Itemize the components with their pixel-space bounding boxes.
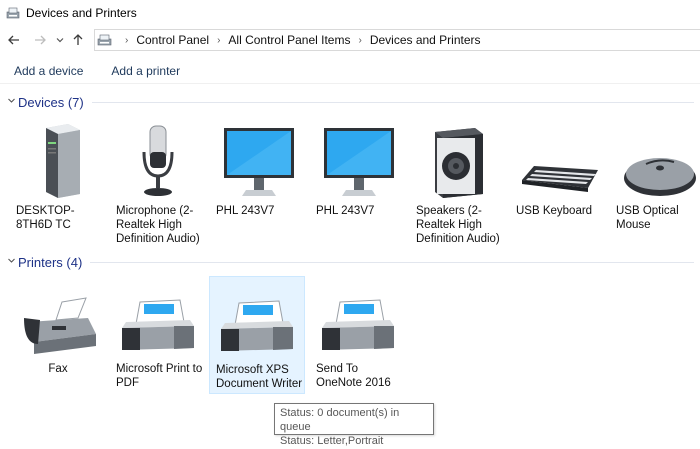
printers-group-header[interactable]: Printers (4) (0, 252, 700, 272)
breadcrumb-devices-and-printers[interactable]: Devices and Printers (370, 33, 481, 47)
recent-locations-button[interactable] (54, 30, 66, 50)
printer-label: Microsoft XPS Document Writer (216, 364, 303, 390)
arrow-right-icon (35, 35, 46, 45)
chevron-right-icon[interactable]: › (217, 35, 220, 46)
group-divider (90, 261, 694, 263)
devices-printers-icon (6, 7, 20, 19)
printers-group-title: Printers (4) (18, 254, 83, 270)
device-item-microphone[interactable]: Microphone (2- Realtek High Definition A… (110, 120, 206, 252)
printer-item-print-to-pdf[interactable]: Microsoft Print to PDF (110, 278, 206, 410)
device-label: Microphone (2- Realtek High Definition A… (116, 205, 200, 245)
window-title: Devices and Printers (26, 6, 137, 20)
up-button[interactable] (68, 30, 88, 50)
chevron-right-icon: › (125, 34, 129, 46)
speaker-icon (435, 128, 483, 198)
breadcrumb-all-control-panel-items[interactable]: All Control Panel Items (228, 33, 350, 47)
printer-label: Microsoft Print to PDF (116, 363, 203, 389)
address-bar[interactable]: › Control Panel › All Control Panel Item… (94, 29, 700, 51)
title-bar: Devices and Printers (0, 0, 700, 26)
printer-label: Fax (48, 363, 68, 375)
device-label: PHL 243V7 (316, 205, 375, 217)
back-button[interactable] (4, 30, 24, 50)
navigation-bar: › Control Panel › All Control Panel Item… (0, 28, 700, 52)
keyboard-icon (522, 166, 598, 192)
device-label: PHL 243V7 (216, 205, 275, 217)
monitor-icon (324, 128, 394, 196)
chevron-right-icon[interactable]: › (358, 35, 361, 46)
device-label: USB Keyboard (516, 205, 593, 217)
device-item-speakers[interactable]: Speakers (2- Realtek High Definition Aud… (410, 120, 506, 252)
printer-icon (322, 299, 394, 350)
add-printer-button[interactable]: Add a printer (97, 64, 194, 78)
computer-tower-icon (46, 124, 80, 198)
device-label: USB Optical Mouse (616, 205, 679, 231)
add-device-button[interactable]: Add a device (0, 64, 97, 78)
breadcrumb: › Control Panel › All Control Panel Item… (117, 33, 481, 47)
devices-group-title: Devices (7) (18, 94, 84, 110)
arrow-up-icon (73, 34, 83, 45)
tooltip-paper-status: Status: Letter,Portrait (280, 435, 384, 447)
breadcrumb-control-panel[interactable]: Control Panel (136, 33, 209, 47)
printer-item-fax[interactable]: Fax (10, 278, 106, 410)
device-item-computer[interactable]: DESKTOP-8TH6D TC (10, 120, 106, 252)
printer-item-send-to-onenote[interactable]: Send To OneNote 2016 (310, 278, 406, 410)
forward-button[interactable] (30, 30, 50, 50)
command-bar: Add a device Add a printer (0, 58, 700, 84)
printer-icon (122, 299, 194, 350)
chevron-down-icon[interactable] (4, 96, 18, 108)
device-item-keyboard[interactable]: USB Keyboard (510, 120, 606, 252)
microphone-icon (142, 125, 174, 196)
monitor-icon (224, 128, 294, 196)
printer-label: Send To OneNote 2016 (316, 363, 391, 389)
printer-icon (221, 300, 293, 351)
chevron-down-icon (56, 38, 64, 43)
device-item-mouse[interactable]: USB Optical Mouse (610, 120, 700, 252)
printer-item-xps-writer[interactable]: Microsoft XPS Document Writer (209, 276, 305, 394)
tooltip-queue-status: Status: 0 document(s) in queue (280, 407, 400, 433)
device-label: DESKTOP-8TH6D TC (16, 205, 75, 231)
device-item-monitor-1[interactable]: PHL 243V7 (210, 120, 306, 252)
device-item-monitor-2[interactable]: PHL 243V7 (310, 120, 406, 252)
chevron-down-icon[interactable] (4, 256, 18, 268)
device-label: Speakers (2- Realtek High Definition Aud… (416, 205, 500, 245)
group-divider (91, 101, 694, 103)
devices-group-header[interactable]: Devices (7) (0, 92, 700, 112)
devices-printers-icon (97, 34, 112, 46)
arrow-left-icon (8, 35, 19, 45)
fax-icon (24, 297, 96, 354)
status-tooltip: Status: 0 document(s) in queue Status: L… (274, 403, 434, 447)
mouse-icon (624, 158, 696, 196)
